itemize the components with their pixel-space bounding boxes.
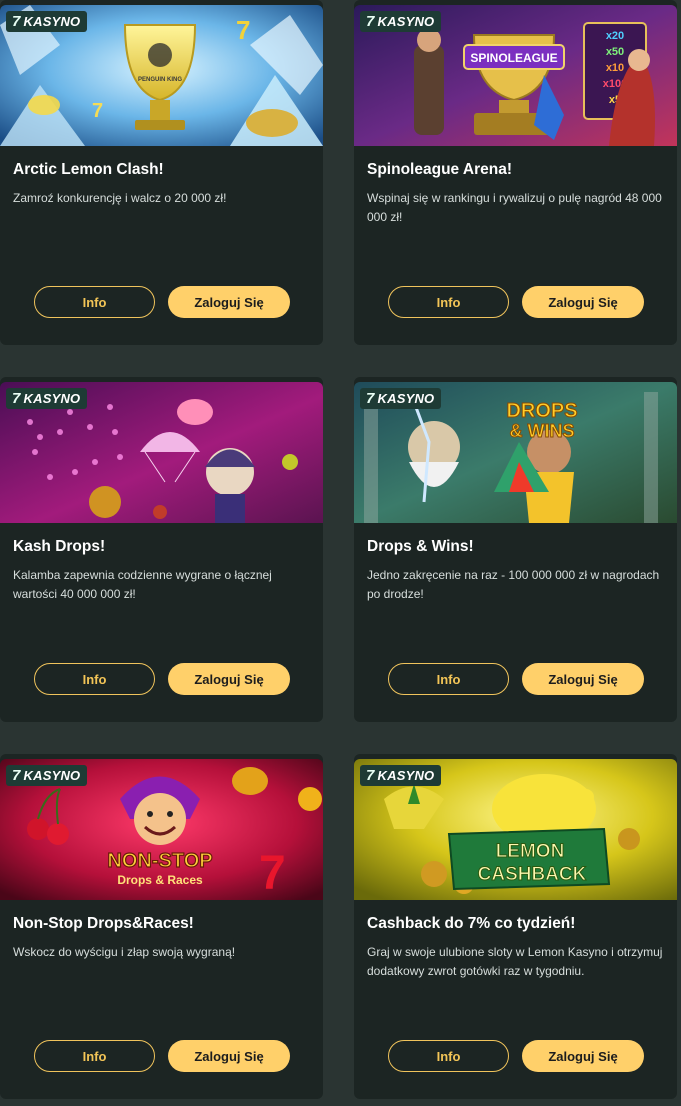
badge-label: KASYNO (23, 391, 81, 406)
multiplier-label: x50 (606, 46, 624, 58)
promo-title: Drops & Wins! (367, 538, 474, 555)
banner-caption: PENGUIN KING (138, 77, 182, 83)
login-button[interactable]: Zaloguj Się (522, 286, 644, 318)
casino-badge: 7 KASYNO (360, 388, 442, 409)
promo-card-spinoleague-arena: SPINOLEAGUE x20 x50 x10 x100 x5 7 KASYNO… (354, 0, 677, 345)
svg-text:7: 7 (259, 847, 286, 900)
info-button[interactable]: Info (34, 1040, 155, 1072)
badge-label: KASYNO (377, 14, 435, 29)
badge-seven-logo: 7 (366, 767, 375, 784)
banner-caption: Drops & Races (117, 873, 203, 887)
badge-seven-logo: 7 (12, 767, 21, 784)
banner-caption: DROPS (506, 400, 577, 422)
promo-description: Wskocz do wyścigu i złap swoją wygraną! (13, 945, 236, 959)
badge-seven-logo: 7 (366, 13, 375, 30)
login-button[interactable]: Zaloguj Się (168, 1040, 290, 1072)
promo-description: Zamroź konkurencję i walcz o 20 000 zł! (13, 191, 227, 205)
login-button[interactable]: Zaloguj Się (168, 663, 290, 695)
casino-badge: 7 KASYNO (6, 11, 88, 32)
promo-title: Cashback do 7% co tydzień! (367, 915, 576, 932)
login-button[interactable]: Zaloguj Się (522, 1040, 644, 1072)
promo-banner-image[interactable]: PENGUIN KING 7 7 7 KASYNO (0, 5, 323, 146)
promo-description: Jedno zakręcenie na raz - 100 000 000 zł… (367, 568, 660, 601)
info-button[interactable]: Info (388, 663, 509, 695)
promo-card-cashback: LEMON CASHBACK 7 KASYNO Cashback do 7% c… (354, 754, 677, 1099)
promo-description: Graj w swoje ulubione sloty w Lemon Kasy… (367, 945, 663, 978)
casino-badge: 7 KASYNO (360, 765, 442, 786)
promo-banner-image[interactable]: 7 NON-STOP Drops & Races 7 KASYNO (0, 759, 323, 900)
login-button[interactable]: Zaloguj Się (168, 286, 290, 318)
promo-banner-image[interactable]: 7 KASYNO (0, 382, 323, 523)
badge-label: KASYNO (23, 768, 81, 783)
promo-title: Kash Drops! (13, 538, 106, 555)
promo-banner-image[interactable]: DROPS & WINS 7 KASYNO (354, 382, 677, 523)
promo-title: Arctic Lemon Clash! (13, 161, 164, 178)
login-button[interactable]: Zaloguj Się (522, 663, 644, 695)
badge-label: KASYNO (23, 14, 81, 29)
badge-seven-logo: 7 (366, 390, 375, 407)
promo-banner-image[interactable]: LEMON CASHBACK 7 KASYNO (354, 759, 677, 900)
multiplier-label: x20 (606, 30, 624, 42)
promo-description: Kalamba zapewnia codzienne wygrane o łąc… (13, 568, 272, 601)
banner-caption: LEMON (496, 841, 565, 862)
badge-seven-logo: 7 (12, 13, 21, 30)
badge-label: KASYNO (377, 768, 435, 783)
banner-caption: & WINS (510, 421, 575, 441)
svg-text:7: 7 (236, 15, 250, 45)
promo-banner-image[interactable]: SPINOLEAGUE x20 x50 x10 x100 x5 7 KASYNO (354, 5, 677, 146)
promotions-grid: PENGUIN KING 7 7 7 KASYNO Arctic Lemon C… (0, 0, 681, 1106)
banner-caption: NON-STOP (107, 850, 212, 872)
promo-card-arctic-lemon-clash: PENGUIN KING 7 7 7 KASYNO Arctic Lemon C… (0, 0, 323, 345)
banner-caption: SPINOLEAGUE (470, 51, 557, 65)
promo-title: Spinoleague Arena! (367, 161, 512, 178)
promo-card-kash-drops: 7 KASYNO Kash Drops! Kalamba zapewnia co… (0, 377, 323, 722)
info-button[interactable]: Info (34, 286, 155, 318)
info-button[interactable]: Info (388, 1040, 509, 1072)
info-button[interactable]: Info (388, 286, 509, 318)
promo-card-non-stop-drops-races: 7 NON-STOP Drops & Races 7 KASYNO Non-St… (0, 754, 323, 1099)
svg-text:7: 7 (92, 100, 103, 122)
multiplier-label: x10 (606, 62, 624, 74)
promo-card-drops-and-wins: DROPS & WINS 7 KASYNO Drops & Wins! Jedn… (354, 377, 677, 722)
casino-badge: 7 KASYNO (360, 11, 442, 32)
casino-badge: 7 KASYNO (6, 388, 88, 409)
badge-seven-logo: 7 (12, 390, 21, 407)
banner-caption: CASHBACK (478, 864, 587, 885)
promo-title: Non-Stop Drops&Races! (13, 915, 194, 932)
casino-badge: 7 KASYNO (6, 765, 88, 786)
promo-description: Wspinaj się w rankingu i rywalizuj o pul… (367, 191, 662, 224)
info-button[interactable]: Info (34, 663, 155, 695)
badge-label: KASYNO (377, 391, 435, 406)
